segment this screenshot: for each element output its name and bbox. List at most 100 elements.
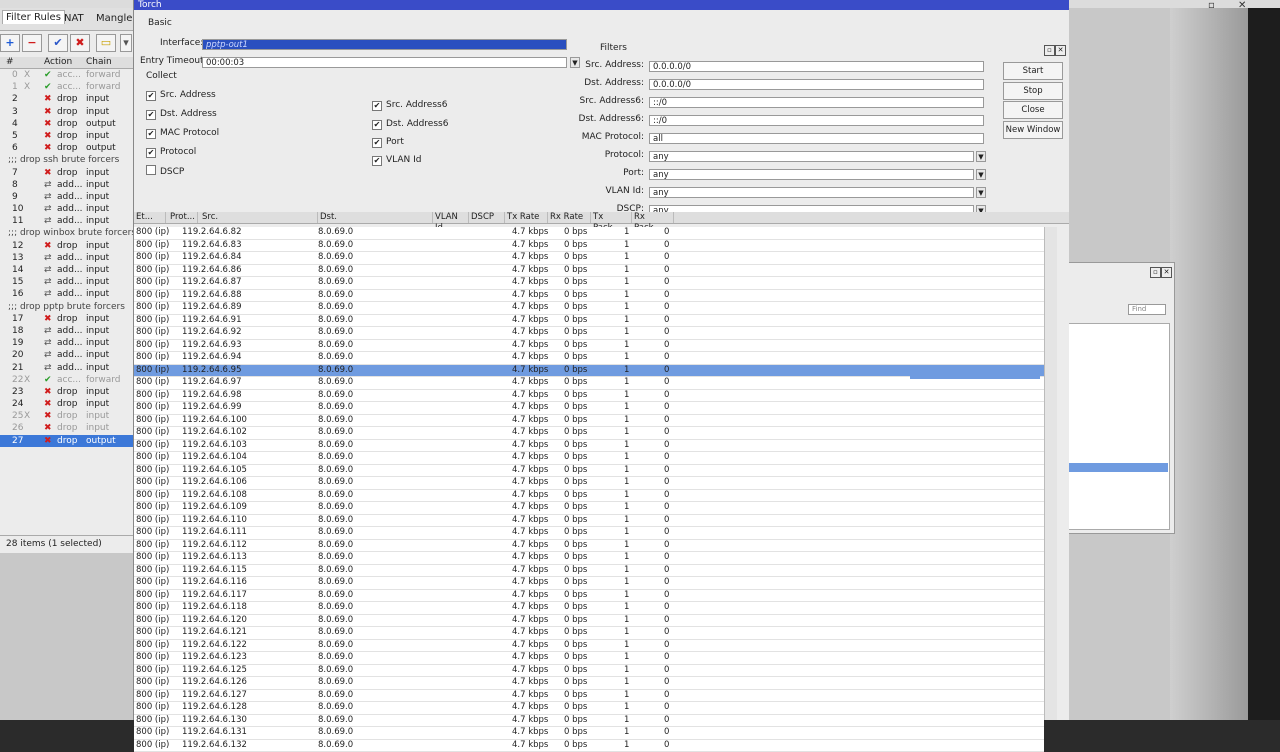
rule-comment[interactable]: ;;; drop pptp brute forcers xyxy=(0,301,135,313)
close-icon[interactable]: ✕ xyxy=(1055,45,1066,56)
rule-row[interactable]: 20⇄add...input xyxy=(0,349,135,361)
disable-icon[interactable]: ✖ xyxy=(70,34,90,52)
traffic-row[interactable]: 800 (ip)119.2.64.6.988.0.69.04.7 kbps0 b… xyxy=(134,390,1044,403)
traffic-row[interactable]: 800 (ip)119.2.64.6.1328.0.69.04.7 kbps0 … xyxy=(134,740,1044,752)
traffic-row[interactable]: 800 (ip)119.2.64.6.1278.0.69.04.7 kbps0 … xyxy=(134,690,1044,703)
rule-row[interactable]: 16⇄add...input xyxy=(0,288,135,300)
add-icon[interactable]: + xyxy=(0,34,20,52)
checkbox-icon[interactable]: ✔ xyxy=(372,138,382,148)
rule-row[interactable]: 2✖dropinput xyxy=(0,93,135,105)
column-header[interactable]: Dst. xyxy=(318,212,433,223)
collect-checkbox[interactable]: ✔MAC Protocol xyxy=(146,128,219,139)
traffic-row[interactable]: 800 (ip)119.2.64.6.1268.0.69.04.7 kbps0 … xyxy=(134,677,1044,690)
rule-row[interactable]: 7✖dropinput xyxy=(0,167,135,179)
checkbox-icon[interactable]: ✔ xyxy=(372,156,382,166)
close-icon[interactable]: ✕ xyxy=(1238,0,1246,11)
traffic-row[interactable]: 800 (ip)119.2.64.6.1138.0.69.04.7 kbps0 … xyxy=(134,552,1044,565)
rule-row[interactable]: 13⇄add...input xyxy=(0,252,135,264)
checkbox-icon[interactable]: ✔ xyxy=(146,148,156,158)
entry-timeout-input[interactable]: 00:00:03 xyxy=(202,57,567,68)
collect-checkbox[interactable]: ✔Src. Address xyxy=(146,90,216,101)
column-header[interactable]: Prot... xyxy=(168,212,198,223)
traffic-row[interactable]: 800 (ip)119.2.64.6.1228.0.69.04.7 kbps0 … xyxy=(134,640,1044,653)
traffic-row[interactable]: 800 (ip)119.2.64.6.958.0.69.04.7 kbps0 b… xyxy=(134,365,1044,378)
enable-icon[interactable]: ✔ xyxy=(48,34,68,52)
traffic-row[interactable]: 800 (ip)119.2.64.6.948.0.69.04.7 kbps0 b… xyxy=(134,352,1044,365)
comment-icon[interactable]: ▭ xyxy=(96,34,116,52)
new-window-button[interactable]: New Window xyxy=(1003,121,1063,139)
collect-checkbox[interactable]: ✔Dst. Address6 xyxy=(372,119,448,130)
filter-input[interactable]: 0.0.0.0/0 xyxy=(649,61,984,72)
rule-row[interactable]: 12✖dropinput xyxy=(0,240,135,252)
checkbox-icon[interactable]: ✔ xyxy=(146,110,156,120)
rule-row[interactable]: 9⇄add...input xyxy=(0,191,135,203)
rule-row[interactable]: 3✖dropinput xyxy=(0,106,135,118)
start-button[interactable]: Start xyxy=(1003,62,1063,80)
column-header[interactable]: DSCP xyxy=(469,212,505,223)
traffic-row[interactable]: 800 (ip)119.2.64.6.1068.0.69.04.7 kbps0 … xyxy=(134,477,1044,490)
rule-comment[interactable]: ;;; drop winbox brute forcers xyxy=(0,227,135,239)
rule-row[interactable]: 27✖dropoutput xyxy=(0,435,135,447)
column-header[interactable]: Src. xyxy=(200,212,318,223)
filter-input[interactable]: any xyxy=(649,187,974,198)
traffic-row[interactable]: 800 (ip)119.2.64.6.1318.0.69.04.7 kbps0 … xyxy=(134,727,1044,740)
traffic-row[interactable]: 800 (ip)119.2.64.6.1218.0.69.04.7 kbps0 … xyxy=(134,627,1044,640)
traffic-row[interactable]: 800 (ip)119.2.64.6.1128.0.69.04.7 kbps0 … xyxy=(134,540,1044,553)
rule-row[interactable]: 15⇄add...input xyxy=(0,276,135,288)
traffic-row[interactable]: 800 (ip)119.2.64.6.1098.0.69.04.7 kbps0 … xyxy=(134,502,1044,515)
traffic-row[interactable]: 800 (ip)119.2.64.6.1058.0.69.04.7 kbps0 … xyxy=(134,465,1044,478)
collect-checkbox[interactable]: ✔Dst. Address xyxy=(146,109,217,120)
rule-row[interactable]: 6✖dropoutput xyxy=(0,142,135,154)
collect-checkbox[interactable]: ✔Port xyxy=(372,137,404,148)
column-header[interactable]: VLAN Id xyxy=(433,212,469,223)
column-header[interactable]: Tx Pack... xyxy=(591,212,632,223)
rule-row[interactable]: 26✖dropinput xyxy=(0,422,135,434)
traffic-row[interactable]: 800 (ip)119.2.64.6.938.0.69.04.7 kbps0 b… xyxy=(134,340,1044,353)
filter-icon[interactable]: ▾ xyxy=(120,34,132,52)
traffic-row[interactable]: 800 (ip)119.2.64.6.1308.0.69.04.7 kbps0 … xyxy=(134,715,1044,728)
tab-filter-rules[interactable]: Filter Rules xyxy=(2,10,65,24)
rule-row[interactable]: 25X✖dropinput xyxy=(0,410,135,422)
rule-row[interactable]: 11⇄add...input xyxy=(0,215,135,227)
restore-icon[interactable]: ▫ xyxy=(1044,45,1055,56)
traffic-row[interactable]: 800 (ip)119.2.64.6.1158.0.69.04.7 kbps0 … xyxy=(134,565,1044,578)
collect-checkbox[interactable]: ✔Protocol xyxy=(146,147,196,158)
interface-select[interactable]: pptp-out1 xyxy=(202,39,567,50)
traffic-row[interactable]: 800 (ip)119.2.64.6.1178.0.69.04.7 kbps0 … xyxy=(134,590,1044,603)
checkbox-icon[interactable] xyxy=(146,165,156,175)
vertical-scrollbar[interactable] xyxy=(1044,227,1057,720)
collect-checkbox[interactable]: DSCP xyxy=(146,165,184,177)
close-icon[interactable]: ✕ xyxy=(1161,267,1172,278)
traffic-row[interactable]: 800 (ip)119.2.64.6.1048.0.69.04.7 kbps0 … xyxy=(134,452,1044,465)
traffic-row[interactable]: 800 (ip)119.2.64.6.1108.0.69.04.7 kbps0 … xyxy=(134,515,1044,528)
traffic-row[interactable]: 800 (ip)119.2.64.6.928.0.69.04.7 kbps0 b… xyxy=(134,327,1044,340)
traffic-row[interactable]: 800 (ip)119.2.64.6.1238.0.69.04.7 kbps0 … xyxy=(134,652,1044,665)
remove-icon[interactable]: − xyxy=(22,34,42,52)
traffic-row[interactable]: 800 (ip)119.2.64.6.848.0.69.04.7 kbps0 b… xyxy=(134,252,1044,265)
chevron-down-icon[interactable]: ▼ xyxy=(976,169,986,180)
rule-row[interactable]: 0X✔acc...forward xyxy=(0,69,135,81)
rule-row[interactable]: 18⇄add...input xyxy=(0,325,135,337)
rule-row[interactable]: 4✖dropoutput xyxy=(0,118,135,130)
rule-row[interactable]: 17✖dropinput xyxy=(0,313,135,325)
traffic-row[interactable]: 800 (ip)119.2.64.6.1168.0.69.04.7 kbps0 … xyxy=(134,577,1044,590)
traffic-row[interactable]: 800 (ip)119.2.64.6.1008.0.69.04.7 kbps0 … xyxy=(134,415,1044,428)
restore-icon[interactable]: ▫ xyxy=(1208,0,1215,11)
collect-checkbox[interactable]: ✔Src. Address6 xyxy=(372,100,447,111)
col-chain[interactable]: Chain xyxy=(86,57,112,67)
traffic-row[interactable]: 800 (ip)119.2.64.6.1208.0.69.04.7 kbps0 … xyxy=(134,615,1044,628)
traffic-row[interactable]: 800 (ip)119.2.64.6.918.0.69.04.7 kbps0 b… xyxy=(134,315,1044,328)
rule-row[interactable]: 22X✔acc...forward xyxy=(0,374,135,386)
rule-row[interactable]: 21⇄add...input xyxy=(0,362,135,374)
rule-row[interactable]: 5✖dropinput xyxy=(0,130,135,142)
traffic-row[interactable]: 800 (ip)119.2.64.6.1258.0.69.04.7 kbps0 … xyxy=(134,665,1044,678)
rule-row[interactable]: 23✖dropinput xyxy=(0,386,135,398)
rule-row[interactable]: 19⇄add...input xyxy=(0,337,135,349)
tab-nat[interactable]: NAT xyxy=(64,13,84,24)
traffic-row[interactable]: 800 (ip)119.2.64.6.1088.0.69.04.7 kbps0 … xyxy=(134,490,1044,503)
column-header[interactable]: Et... xyxy=(134,212,166,223)
chevron-down-icon[interactable]: ▼ xyxy=(976,151,986,162)
selected-row[interactable] xyxy=(1060,463,1168,472)
traffic-row[interactable]: 800 (ip)119.2.64.6.1118.0.69.04.7 kbps0 … xyxy=(134,527,1044,540)
rule-row[interactable]: 10⇄add...input xyxy=(0,203,135,215)
